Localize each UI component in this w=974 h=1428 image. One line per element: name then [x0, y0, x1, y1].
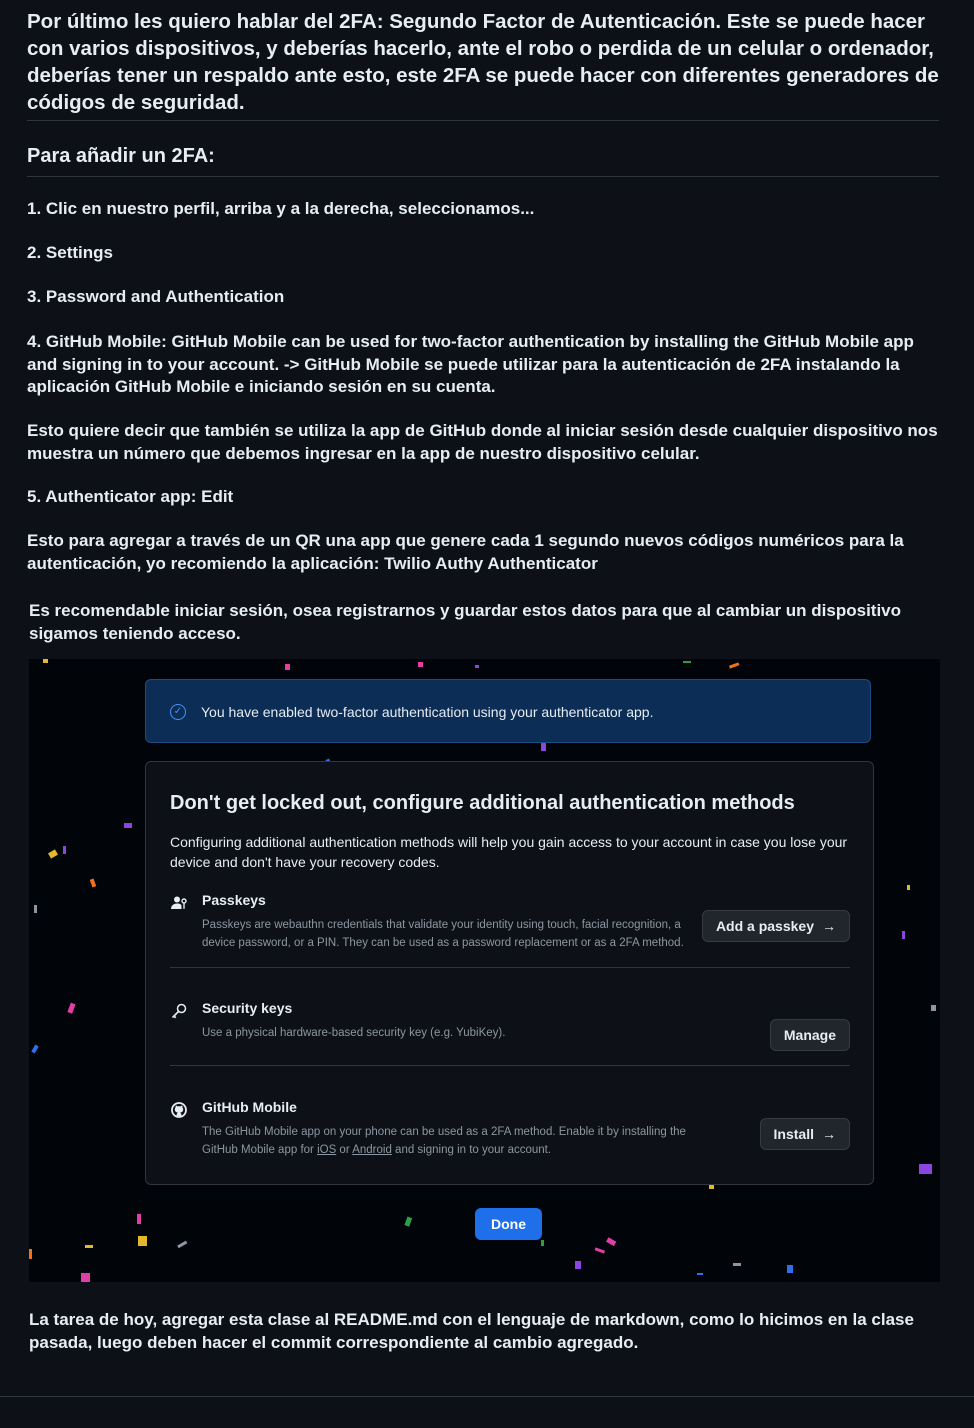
method-passkeys: Passkeys Passkeys are webauthn credentia… — [170, 892, 850, 949]
github-mobile-description: The GitHub Mobile app on your phone can … — [202, 1126, 686, 1156]
divider — [0, 1396, 974, 1397]
divider — [27, 176, 939, 177]
step-3: 3. Password and Authentication — [27, 287, 285, 306]
arrow-right-icon: → — [822, 1126, 836, 1142]
check-circle-icon: ✓ — [170, 704, 186, 720]
success-banner: ✓ You have enabled two-factor authentica… — [145, 679, 871, 743]
person-key-icon — [170, 894, 188, 912]
key-icon — [170, 1002, 188, 1020]
passkeys-title: Passkeys — [202, 892, 266, 908]
method-security-keys: Security keys Use a physical hardware-ba… — [170, 1000, 850, 1052]
done-button[interactable]: Done — [475, 1208, 542, 1240]
section-heading: Para añadir un 2FA: — [27, 145, 215, 167]
step-1: 1. Clic en nuestro perfil, arriba y a la… — [27, 199, 535, 218]
divider — [27, 120, 939, 121]
step-2: 2. Settings — [27, 243, 113, 262]
note-mobile: Esto quiere decir que también se utiliza… — [27, 421, 938, 463]
security-keys-title: Security keys — [202, 1000, 293, 1016]
card-description: Configuring additional authentication me… — [170, 834, 848, 870]
note-app: Esto para agregar a través de un QR una … — [27, 531, 904, 573]
auth-methods-card: Don't get locked out, configure addition… — [145, 761, 874, 1185]
intro-paragraph: Por último les quiero hablar del 2FA: Se… — [27, 10, 939, 114]
card-title: Don't get locked out, configure addition… — [170, 792, 795, 814]
arrow-right-icon: → — [822, 918, 836, 934]
divider — [170, 1065, 850, 1066]
android-link[interactable]: Android — [352, 1144, 392, 1156]
method-github-mobile: GitHub Mobile The GitHub Mobile app on y… — [170, 1099, 850, 1156]
github-mobile-title: GitHub Mobile — [202, 1099, 297, 1115]
success-message: You have enabled two-factor authenticati… — [201, 704, 654, 720]
github-icon — [170, 1101, 188, 1119]
note-register: Es recomendable iniciar sesión, osea reg… — [29, 601, 902, 643]
install-button[interactable]: Install → — [759, 1118, 850, 1150]
add-passkey-button[interactable]: Add a passkey → — [701, 910, 850, 942]
passkeys-description: Passkeys are webauthn credentials that v… — [202, 919, 684, 949]
manage-button[interactable]: Manage — [769, 1019, 850, 1051]
divider — [170, 967, 850, 968]
step-5: 5. Authenticator app: Edit — [27, 487, 234, 506]
step-4: 4. GitHub Mobile: GitHub Mobile can be u… — [27, 332, 914, 396]
ios-link[interactable]: iOS — [317, 1144, 336, 1156]
homework-paragraph: La tarea de hoy, agregar esta clase al R… — [29, 1310, 914, 1352]
security-keys-description: Use a physical hardware-based security k… — [202, 1027, 506, 1039]
embedded-screenshot: ✓ You have enabled two-factor authentica… — [29, 659, 940, 1282]
